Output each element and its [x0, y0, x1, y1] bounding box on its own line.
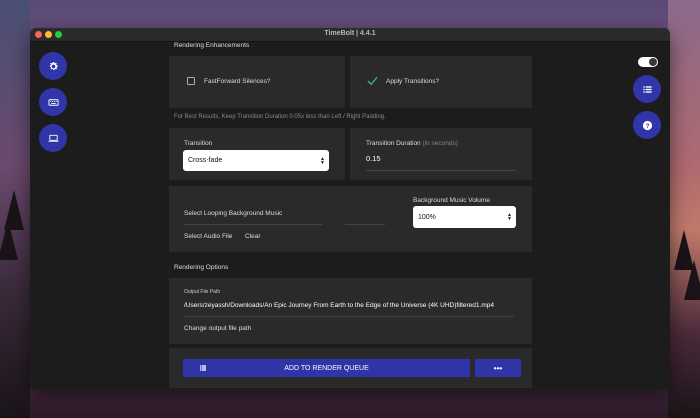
- transition-panel: Transition Cross-fade ▲ ▼: [169, 128, 345, 180]
- transition-label: Transition: [184, 140, 213, 147]
- more-options-button[interactable]: •••: [475, 359, 521, 377]
- section-title-rendering-options: Rendering Options: [174, 264, 229, 271]
- transition-select[interactable]: Cross-fade ▲ ▼: [183, 150, 329, 171]
- select-arrows-icon: ▲ ▼: [320, 155, 325, 166]
- transition-duration-input[interactable]: 0.15: [366, 154, 381, 163]
- window-title: TimeBolt | 4.4.1: [324, 30, 376, 37]
- background-music-panel: Select Looping Background Music Select A…: [169, 186, 532, 252]
- select-audio-file-button[interactable]: Select Audio File: [184, 233, 232, 240]
- select-music-label: Select Looping Background Music: [184, 210, 283, 217]
- svg-text:?: ?: [645, 122, 649, 129]
- title-bar: TimeBolt | 4.4.1: [30, 28, 670, 42]
- fastforward-panel: FastForward Silences?: [169, 56, 345, 108]
- desktop-background-right: [668, 0, 700, 418]
- keyboard-icon: [47, 98, 59, 106]
- list-icon: [642, 85, 652, 93]
- gear-icon: [49, 61, 58, 70]
- add-to-render-queue-button[interactable]: ADD TO RENDER QUEUE: [183, 359, 470, 377]
- help-button[interactable]: ?: [633, 111, 661, 139]
- question-icon: ?: [642, 120, 652, 130]
- transitions-panel: Apply Transitions?: [350, 56, 532, 108]
- computer-button[interactable]: [39, 124, 67, 152]
- add-to-render-queue-label: ADD TO RENDER QUEUE: [284, 364, 369, 372]
- theme-toggle[interactable]: [638, 57, 658, 67]
- volume-select[interactable]: 100% ▲ ▼: [413, 206, 516, 228]
- list-icon: [200, 365, 206, 371]
- music-field-underline: [184, 224, 322, 225]
- change-output-path-button[interactable]: Change output file path: [184, 325, 251, 332]
- output-panel: Output File Path /Users/zeyassh/Download…: [169, 278, 532, 344]
- transition-hint: For Best Results, Keep Transition Durati…: [174, 114, 386, 120]
- app-window: TimeBolt | 4.4.1 ? Rendering Enhancement…: [30, 28, 670, 390]
- actions-panel: ADD TO RENDER QUEUE •••: [169, 348, 532, 388]
- transition-select-value: Cross-fade: [188, 157, 223, 164]
- select-arrows-icon: ▲ ▼: [507, 212, 512, 222]
- output-path-input[interactable]: /Users/zeyassh/Downloads/An Epic Journey…: [184, 302, 494, 309]
- transition-duration-panel: Transition Duration (in seconds) 0.15: [350, 128, 532, 180]
- transitions-label: Apply Transitions?: [386, 78, 440, 85]
- section-title-rendering-enhancements: Rendering Enhancements: [174, 42, 250, 49]
- clear-audio-button[interactable]: Clear: [245, 233, 261, 240]
- duration-input-underline: [366, 170, 516, 171]
- transition-duration-label: Transition Duration (in seconds): [366, 140, 458, 147]
- settings-button[interactable]: [39, 52, 67, 80]
- fastforward-label: FastForward Silences?: [204, 78, 271, 85]
- volume-select-value: 100%: [418, 213, 436, 221]
- fastforward-checkbox[interactable]: [187, 77, 195, 85]
- output-path-label: Output File Path: [184, 289, 221, 295]
- render-queue-button[interactable]: [633, 75, 661, 103]
- output-path-underline: [184, 316, 514, 317]
- keyboard-shortcuts-button[interactable]: [39, 88, 67, 116]
- volume-label: Background Music Volume: [413, 197, 490, 204]
- tree-silhouette: [684, 260, 700, 300]
- transitions-checkmark-icon[interactable]: [367, 76, 378, 86]
- music-field-underline: [345, 224, 385, 225]
- tree-silhouette: [0, 220, 18, 260]
- laptop-icon: [47, 134, 59, 142]
